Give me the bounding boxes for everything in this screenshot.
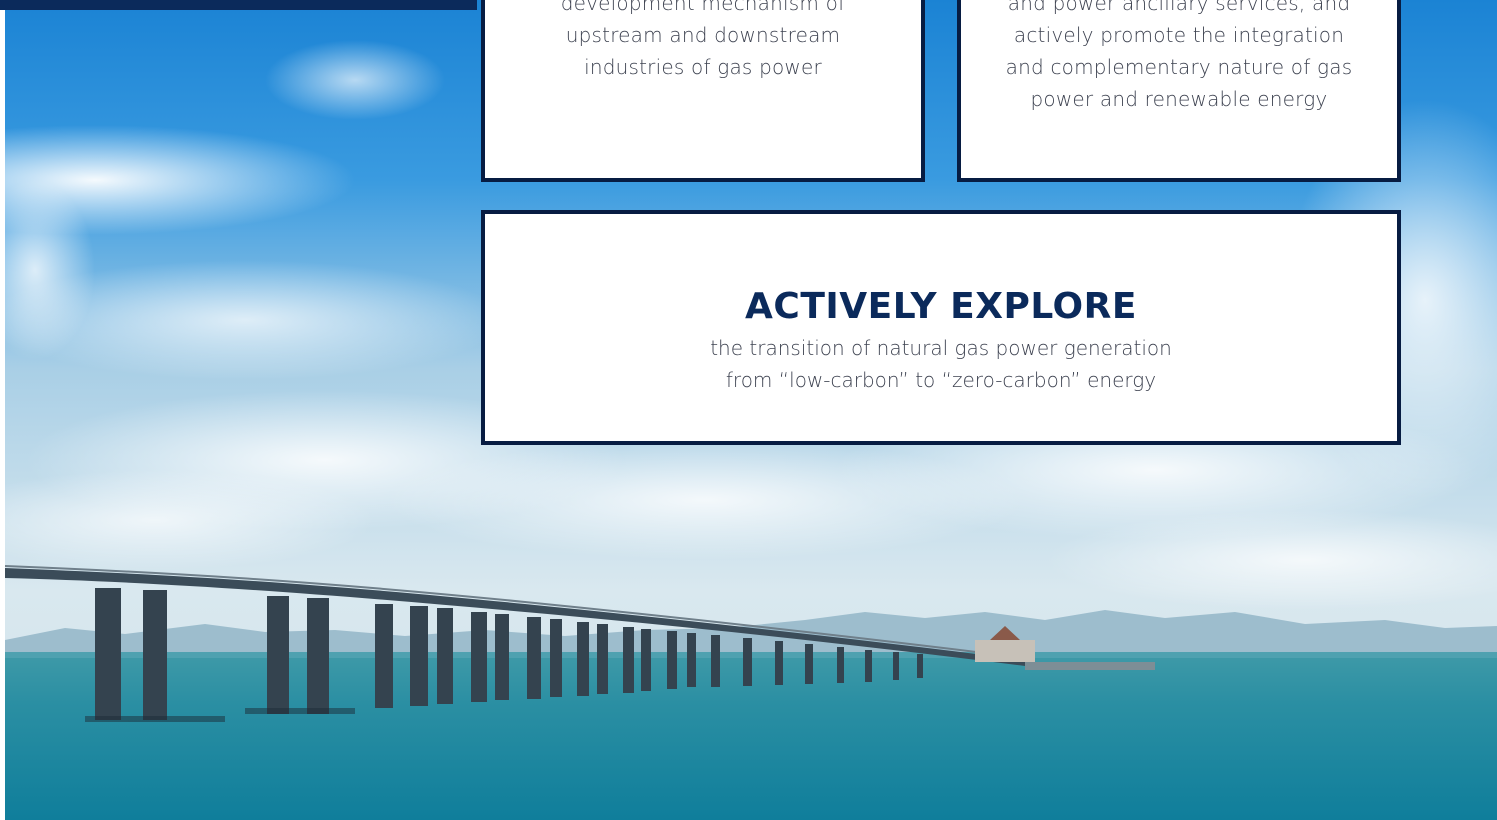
card-text-line: industries of gas power xyxy=(584,55,822,79)
card-text-line: development mechanism of xyxy=(560,0,846,15)
card-text-line: and complementary nature of gas xyxy=(1005,55,1353,79)
info-card-actively-explore: ACTIVELY EXPLORE the transition of natur… xyxy=(481,210,1401,445)
card-text-line: actively promote the integration xyxy=(1013,23,1345,47)
card-text-line: and power ancillary services, and xyxy=(1007,0,1351,15)
card-heading: ACTIVELY EXPLORE xyxy=(745,286,1137,327)
card-body-text: and power ancillary services, and active… xyxy=(961,0,1397,115)
card-text-line: the transition of natural gas power gene… xyxy=(710,336,1172,360)
info-card-upstream-downstream: development mechanism of upstream and do… xyxy=(481,0,925,182)
card-body-text: the transition of natural gas power gene… xyxy=(485,332,1397,396)
card-text-line: from “low-carbon” to “zero-carbon” energ… xyxy=(725,368,1157,392)
card-text-line: power and renewable energy xyxy=(1030,87,1328,111)
card-body-text: development mechanism of upstream and do… xyxy=(485,0,921,83)
top-accent-bar xyxy=(0,0,477,10)
card-text-line: upstream and downstream xyxy=(565,23,841,47)
info-card-integration: and power ancillary services, and active… xyxy=(957,0,1401,182)
